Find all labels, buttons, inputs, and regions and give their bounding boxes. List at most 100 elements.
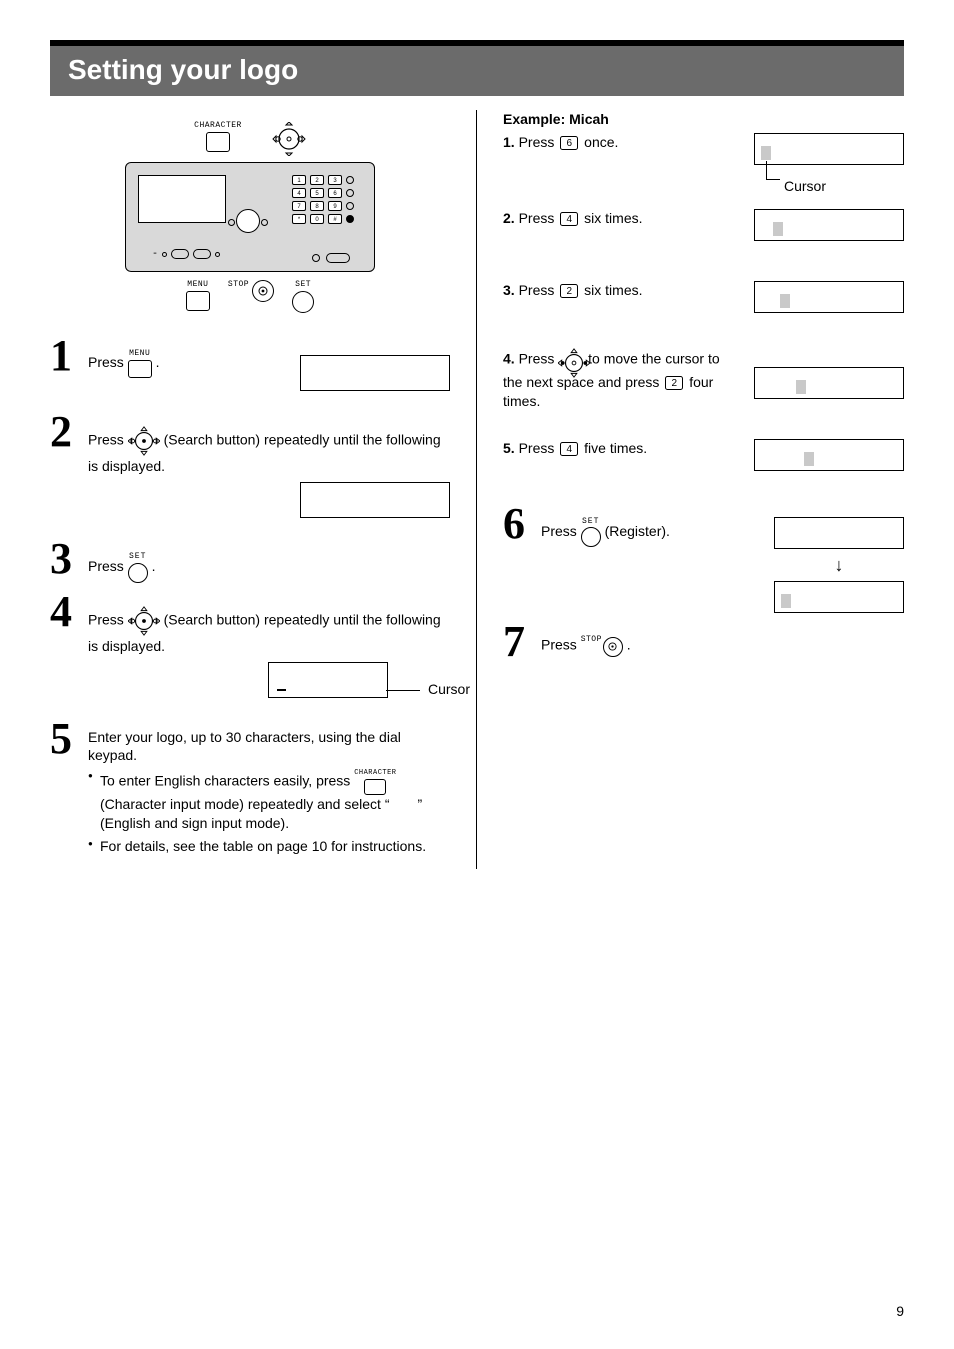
bullet1-text-a: To enter English characters easily, pres…	[100, 773, 350, 789]
s1-pre: 1.	[503, 134, 515, 150]
example-sub2: 2. Press 4 six times.	[503, 209, 904, 241]
step-number: 4	[50, 593, 80, 630]
character-key-label: CHARACTER	[354, 769, 396, 778]
cursor-label: Cursor	[428, 680, 470, 699]
example-sub5: 5. Press 4 five times.	[503, 439, 904, 471]
step-number: 6	[503, 505, 533, 542]
step-4: 4 Press (Search button) repeatedl	[50, 593, 450, 710]
set-key-label: SET	[582, 517, 599, 528]
device-nav-circle	[236, 209, 260, 233]
s5-b: five times.	[584, 440, 647, 456]
s3-a: Press	[519, 282, 555, 298]
s5-a: Press	[519, 440, 555, 456]
search-pad-icon	[272, 122, 306, 156]
set-key-icon: SET	[128, 552, 148, 583]
set-button-icon	[292, 291, 314, 313]
s3-pre: 3.	[503, 282, 515, 298]
menu-key-icon: MENU	[128, 349, 152, 378]
step7-period: .	[627, 637, 631, 653]
example-sub3: 3. Press 2 six times.	[503, 281, 904, 313]
down-arrow-icon: ↓	[835, 553, 844, 577]
example-label: Example: Micah	[503, 110, 904, 129]
s4-pre: 4.	[503, 351, 515, 367]
numkey-6-icon: 6	[560, 136, 578, 150]
step4-text-a: Press	[88, 611, 124, 627]
s5-pre: 5.	[503, 440, 515, 456]
menu-button-icon	[186, 291, 210, 311]
device-label-stop: STOP	[228, 280, 249, 291]
character-key-icon: CHARACTER	[354, 769, 396, 794]
step4-display	[268, 662, 388, 698]
device-keypad: 123 456 789 *0#	[292, 175, 354, 227]
step-2: 2 Press (Search button) repeatedl	[50, 413, 450, 530]
step2-display	[300, 482, 450, 518]
search-button-icon	[128, 425, 160, 457]
numkey-4-icon: 4	[560, 442, 578, 456]
s5-display	[754, 439, 904, 471]
step7-press: Press	[541, 637, 577, 653]
s1-a: Press	[519, 134, 555, 150]
s2-display	[754, 209, 904, 241]
s3-display	[754, 281, 904, 313]
stop-button-icon	[252, 280, 274, 302]
s2-b: six times.	[584, 210, 642, 226]
step2-text-a: Press	[88, 432, 124, 448]
s3-b: six times.	[584, 282, 642, 298]
device-lcd	[138, 175, 226, 223]
device-label-set: SET	[292, 280, 314, 291]
step5-bullet1: To enter English characters easily, pres…	[88, 769, 450, 832]
s2-a: Press	[519, 210, 555, 226]
step5-bullet2: For details, see the table on page 10 fo…	[88, 837, 450, 856]
search-button-icon	[128, 605, 160, 637]
step-number: 7	[503, 623, 533, 660]
content-columns: CHARACTER	[50, 110, 904, 869]
page-number: 9	[896, 1303, 904, 1319]
menu-key-label: MENU	[129, 349, 150, 360]
bullet1-text-b: (Character input mode) repeatedly and se…	[100, 796, 422, 831]
example-sub1: 1. Press 6 once. Cursor	[503, 133, 904, 165]
right-column: Example: Micah 1. Press 6 once. Cursor	[477, 110, 904, 869]
search-button-icon	[558, 347, 584, 373]
step6-b: (Register).	[605, 523, 670, 539]
step3-period: .	[152, 558, 156, 574]
step3-press: Press	[88, 558, 124, 574]
step-1: 1 Press MENU .	[50, 337, 450, 403]
device-label-menu: MENU	[186, 280, 210, 291]
set-key-icon: SET	[581, 517, 601, 548]
step-6: 6 Press SET (Register). ↓	[503, 505, 904, 613]
s1-display	[754, 133, 904, 165]
s2-pre: 2.	[503, 210, 515, 226]
step-number: 5	[50, 720, 80, 757]
cursor-label: Cursor	[784, 178, 826, 194]
step-7: 7 Press STOP .	[503, 623, 904, 660]
step-number: 1	[50, 337, 80, 374]
step6-display-top	[774, 517, 904, 549]
character-button-icon	[206, 132, 230, 152]
device-label-character: CHARACTER	[194, 121, 242, 132]
step-number: 2	[50, 413, 80, 450]
s4-display	[754, 367, 904, 399]
numkey-2-icon: 2	[560, 284, 578, 298]
step1-period: .	[156, 354, 160, 370]
step5-line1: Enter your logo, up to 30 characters, us…	[88, 729, 401, 764]
s1-b: once.	[584, 134, 618, 150]
stop-key-label: STOP	[581, 635, 602, 646]
device-bottom-row: -	[152, 248, 220, 262]
left-column: CHARACTER	[50, 110, 477, 869]
step-5: 5 Enter your logo, up to 30 characters, …	[50, 720, 450, 860]
example-sub4: 4. Press to move the cursor to the next	[503, 347, 904, 411]
numkey-2-icon: 2	[665, 376, 683, 390]
set-key-label: SET	[129, 552, 146, 563]
step-3: 3 Press SET .	[50, 540, 450, 583]
device-diagram: CHARACTER	[125, 110, 375, 317]
page-title: Setting your logo	[50, 46, 904, 96]
numkey-4-icon: 4	[560, 212, 578, 226]
step6-press: Press	[541, 523, 577, 539]
step6-display-bottom	[774, 581, 904, 613]
step1-press: Press	[88, 354, 124, 370]
step1-display	[300, 355, 450, 391]
step-number: 3	[50, 540, 80, 577]
stop-key-icon: STOP	[581, 635, 623, 657]
title-bar: Setting your logo	[50, 40, 904, 96]
s4-a: Press	[519, 351, 555, 367]
